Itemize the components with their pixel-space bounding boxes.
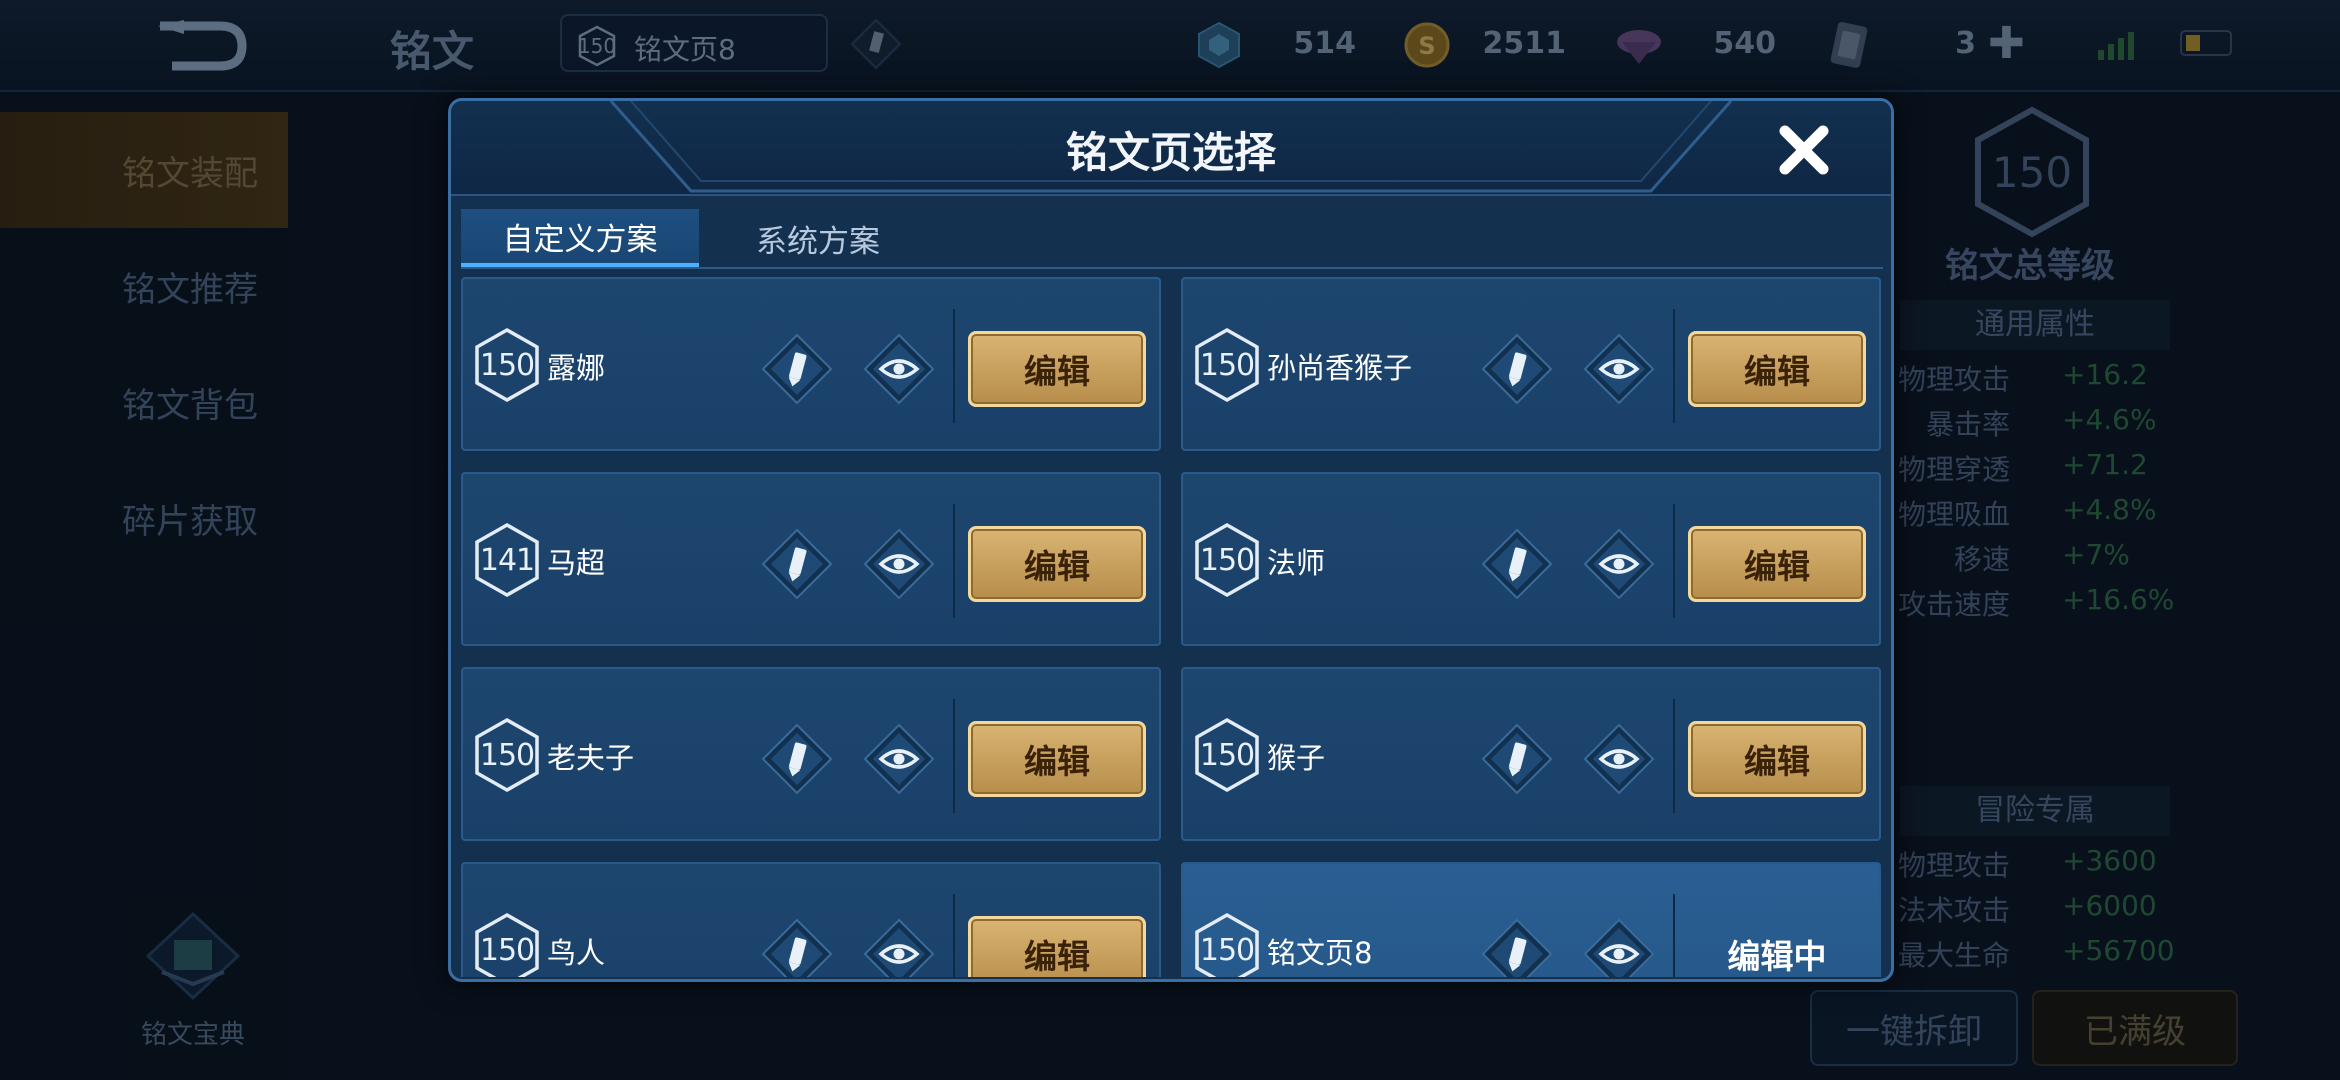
editing-status: 编辑中 — [1727, 937, 1827, 976]
preview-eye-icon[interactable] — [1581, 721, 1657, 797]
edit-button[interactable]: 编辑 — [1688, 526, 1866, 602]
rune-page-select-dialog: 铭文页选择 自定义方案 系统方案 150 露娜 编辑 150 孙尚香猴子 编辑 141 马超编… — [448, 98, 1894, 982]
level-hex-icon: 150 — [1193, 912, 1261, 977]
rune-page-card[interactable]: 150 孙尚香猴子 编辑 — [1181, 277, 1881, 451]
page-name: 露娜 — [547, 351, 606, 385]
preview-eye-icon[interactable] — [861, 916, 937, 977]
preview-eye-icon[interactable] — [861, 526, 937, 602]
page-name: 铭文页8 — [1267, 936, 1373, 970]
rename-pencil-icon[interactable] — [1479, 526, 1555, 602]
page-level: 150 — [1199, 737, 1255, 773]
level-hex-icon: 150 — [1193, 327, 1261, 403]
divider — [953, 309, 955, 423]
level-hex-icon: 150 — [1193, 522, 1261, 598]
preview-eye-icon[interactable] — [1581, 526, 1657, 602]
rename-pencil-icon[interactable] — [759, 526, 835, 602]
page-name: 猴子 — [1267, 741, 1326, 775]
rename-pencil-icon[interactable] — [759, 916, 835, 977]
page-name: 鸟人 — [547, 936, 606, 970]
dialog-header: 铭文页选择 — [451, 101, 1891, 196]
page-level: 150 — [1199, 932, 1255, 968]
rune-page-card[interactable]: 150 猴子 编辑 — [1181, 667, 1881, 841]
preview-eye-icon[interactable] — [1581, 916, 1657, 977]
dialog-title: 铭文页选择 — [1065, 128, 1276, 177]
level-hex-icon: 150 — [473, 912, 541, 977]
page-name: 老夫子 — [547, 741, 635, 775]
plan-tabs: 自定义方案 系统方案 — [461, 209, 1883, 269]
tab-system-plans[interactable]: 系统方案 — [699, 209, 937, 267]
edit-button[interactable]: 编辑 — [1688, 331, 1866, 407]
edit-button[interactable]: 编辑 — [968, 721, 1146, 797]
page-level: 150 — [1199, 542, 1255, 578]
divider — [1673, 309, 1675, 423]
level-hex-icon: 150 — [473, 717, 541, 793]
rune-page-grid: 150 露娜 编辑 150 孙尚香猴子 编辑 141 马超 编辑 150 法师 编辑 150 老夫子 编辑 1… — [461, 277, 1887, 977]
rune-page-card[interactable]: 150 鸟人 编辑 — [461, 862, 1161, 977]
rename-pencil-icon[interactable] — [759, 721, 835, 797]
divider — [1673, 699, 1675, 813]
preview-eye-icon[interactable] — [1581, 331, 1657, 407]
edit-button[interactable]: 编辑 — [968, 526, 1146, 602]
divider — [953, 699, 955, 813]
page-level: 141 — [479, 542, 535, 578]
divider — [953, 504, 955, 618]
edit-button[interactable]: 编辑 — [968, 331, 1146, 407]
preview-eye-icon[interactable] — [861, 331, 937, 407]
page-name: 马超 — [547, 546, 606, 580]
page-level: 150 — [479, 347, 535, 383]
rename-pencil-icon[interactable] — [1479, 916, 1555, 977]
page-name: 孙尚香猴子 — [1267, 351, 1413, 385]
rune-page-card[interactable]: 150 法师 编辑 — [1181, 472, 1881, 646]
preview-eye-icon[interactable] — [861, 721, 937, 797]
rename-pencil-icon[interactable] — [1479, 331, 1555, 407]
level-hex-icon: 150 — [1193, 717, 1261, 793]
page-name: 法师 — [1267, 546, 1326, 580]
rune-page-card[interactable]: 150 老夫子 编辑 — [461, 667, 1161, 841]
level-hex-icon: 141 — [473, 522, 541, 598]
edit-button[interactable]: 编辑 — [968, 916, 1146, 977]
divider — [1673, 894, 1675, 977]
rename-pencil-icon[interactable] — [1479, 721, 1555, 797]
rune-page-card[interactable]: 141 马超 编辑 — [461, 472, 1161, 646]
level-hex-icon: 150 — [473, 327, 541, 403]
page-level: 150 — [479, 737, 535, 773]
edit-button[interactable]: 编辑 — [1688, 721, 1866, 797]
rune-page-card[interactable]: 150 铭文页8 编辑中 — [1181, 862, 1881, 977]
rename-pencil-icon[interactable] — [759, 331, 835, 407]
rune-page-card[interactable]: 150 露娜 编辑 — [461, 277, 1161, 451]
close-icon[interactable] — [1769, 115, 1839, 185]
page-level: 150 — [479, 932, 535, 968]
tab-custom-plans[interactable]: 自定义方案 — [461, 209, 699, 267]
divider — [1673, 504, 1675, 618]
page-level: 150 — [1199, 347, 1255, 383]
divider — [953, 894, 955, 977]
